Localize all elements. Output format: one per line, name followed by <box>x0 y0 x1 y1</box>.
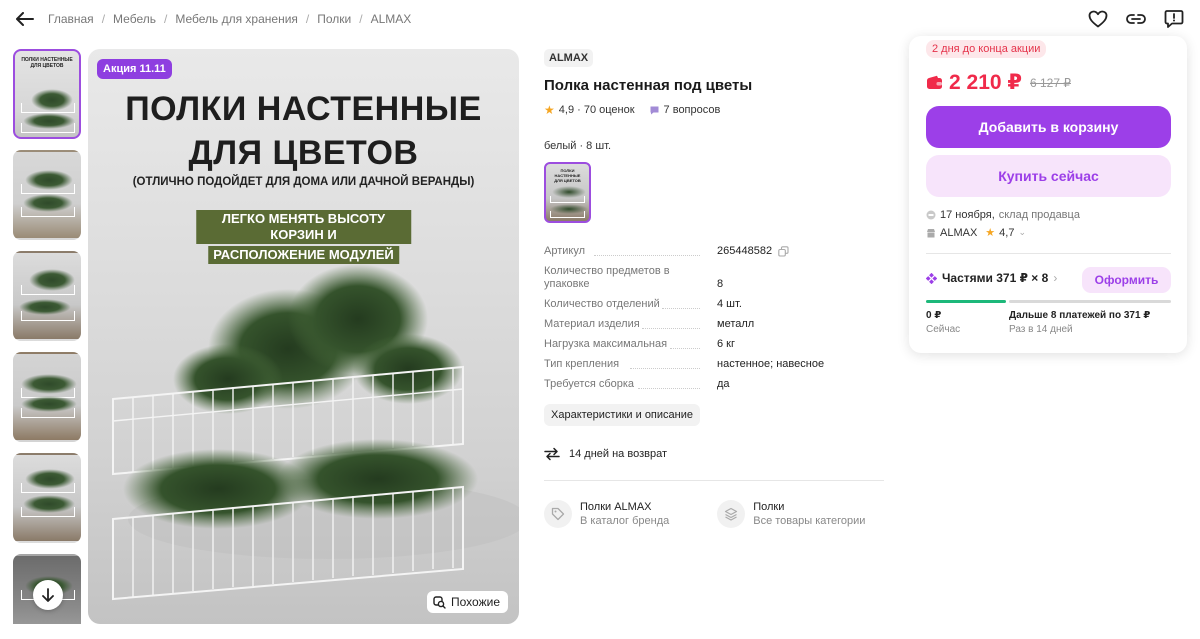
breadcrumb-separator: / <box>163 12 168 26</box>
chat-bubble-icon <box>650 106 659 114</box>
return-policy: 14 дней на возврат <box>544 447 884 461</box>
rating-text[interactable]: 4,9 · 70 оценок <box>559 104 635 116</box>
store-icon <box>927 228 935 237</box>
divider <box>544 480 884 481</box>
pay-later: Дальше 8 платежей по 371 ₽ Раз в 14 дней <box>1009 310 1151 335</box>
return-text: 14 дней на возврат <box>569 448 667 460</box>
installments-link[interactable]: Частями 371 ₽ × 8 › <box>926 271 1057 285</box>
brand-link-title: Полки ALMAX <box>580 501 652 513</box>
pay-now: 0 ₽ Сейчас <box>926 310 961 335</box>
spec-row: Тип крепления настенное; навесное <box>544 358 825 370</box>
seller-name: ALMAX <box>940 226 978 239</box>
thumbnail-2[interactable] <box>13 150 81 240</box>
report-button[interactable] <box>1162 7 1186 31</box>
breadcrumb-item-furniture[interactable]: Мебель <box>113 12 156 26</box>
link-icon <box>1126 14 1146 24</box>
installments-text: Частями 371 ₽ × 8 <box>942 271 1049 285</box>
favorite-button[interactable] <box>1086 7 1110 31</box>
spec-row: Нагрузка максимальная 6 кг <box>544 338 735 350</box>
breadcrumb-separator: / <box>359 12 363 26</box>
category-link-title: Полки <box>753 501 785 513</box>
links-row: Полки ALMAX В каталог бренда Полки Все т… <box>544 500 884 528</box>
installment-progress-now <box>926 300 1006 303</box>
old-price: 6 127 ₽ <box>1030 75 1071 90</box>
similar-search-icon <box>433 595 446 609</box>
category-link[interactable]: Полки Все товары категории <box>717 500 865 528</box>
copy-icon[interactable] <box>778 246 789 257</box>
deal-timer: 2 дня до конца акции <box>926 40 1047 58</box>
return-arrows-icon <box>544 447 560 461</box>
specs-list: Артикул 265448582 Количество предметов в… <box>544 245 884 391</box>
price-row: 2 210 ₽ 6 127 ₽ <box>926 70 1071 95</box>
brand-catalog-link[interactable]: Полки ALMAX В каталог бренда <box>544 500 669 528</box>
variant-thumb-title: ПОЛКИ НАСТЕННЫЕ ДЛЯ ЦВЕТОВ <box>554 168 581 183</box>
arrow-left-icon <box>16 12 34 26</box>
rating-row: ★ 4,9 · 70 оценок 7 вопросов <box>544 103 884 117</box>
current-price: 2 210 ₽ <box>949 71 1022 94</box>
product-info: ALMAX Полка настенная под цветы ★ 4,9 · … <box>544 49 884 528</box>
thumbnail-5[interactable] <box>13 453 81 543</box>
installments-icon <box>926 272 937 284</box>
order-installments-button[interactable]: Оформить <box>1082 267 1171 293</box>
brand-chip[interactable]: ALMAX <box>544 49 594 67</box>
delivery-icon <box>926 210 936 220</box>
arrow-down-icon <box>42 588 54 602</box>
variant-label: белый · 8 шт. <box>544 140 612 152</box>
questions-link[interactable]: 7 вопросов <box>649 104 721 116</box>
shelf-illustration <box>112 264 519 601</box>
scroll-thumbnails-button[interactable] <box>33 580 63 610</box>
similar-button[interactable]: Похожие <box>427 591 508 613</box>
chevron-right-icon: › <box>1053 271 1058 285</box>
spec-row: Количество отделений 4 шт. <box>544 298 742 310</box>
layers-icon <box>725 507 738 521</box>
add-to-cart-button[interactable]: Добавить в корзину <box>926 106 1171 148</box>
spec-row: Артикул 265448582 <box>544 245 884 258</box>
report-icon <box>1164 10 1184 28</box>
divider <box>926 253 1171 254</box>
star-icon: ★ <box>544 103 555 117</box>
characteristics-button[interactable]: Характеристики и описание <box>544 404 700 426</box>
seller-info[interactable]: ALMAX ★ 4,7 ⌄ <box>926 226 1026 239</box>
breadcrumb-item-brand[interactable]: ALMAX <box>371 12 412 26</box>
breadcrumb-item-shelves[interactable]: Полки <box>317 12 351 26</box>
wallet-icon <box>927 75 942 89</box>
spec-row: Количество предметов в упаковке 8 <box>544 265 724 290</box>
thumbnail-1[interactable]: ПОЛКИ НАСТЕННЫЕ ДЛЯ ЦВЕТОВ <box>13 49 81 139</box>
delivery-info: 17 ноября, склад продавца <box>926 209 1080 221</box>
thumbnail-4[interactable] <box>13 352 81 442</box>
thumbnail-list: ПОЛКИ НАСТЕННЫЕ ДЛЯ ЦВЕТОВ <box>13 49 83 624</box>
similar-label: Похожие <box>451 595 500 609</box>
breadcrumb-separator: / <box>305 12 310 26</box>
thumbnail-title: ПОЛКИ НАСТЕННЫЕ ДЛЯ ЦВЕТОВ <box>21 57 73 69</box>
star-icon: ★ <box>985 227 996 239</box>
breadcrumb-item-storage[interactable]: Мебель для хранения <box>175 12 298 26</box>
product-title: Полка настенная под цветы <box>544 77 753 94</box>
delivery-date: 17 ноября, <box>940 209 995 221</box>
delivery-source: склад продавца <box>998 209 1080 221</box>
thumbnail-3[interactable] <box>13 251 81 341</box>
main-product-image[interactable]: Акция 11.11 ПОЛКИ НАСТЕННЫЕ ДЛЯ ЦВЕТОВ (… <box>88 49 519 624</box>
questions-text: 7 вопросов <box>663 104 721 116</box>
breadcrumb-item-home[interactable]: Главная <box>48 12 94 26</box>
breadcrumb: Главная / Мебель / Мебель для хранения /… <box>48 12 411 26</box>
tag-icon <box>551 507 565 521</box>
spec-row: Материал изделия металл <box>544 318 755 330</box>
buy-now-button[interactable]: Купить сейчас <box>926 155 1171 197</box>
buy-box: 2 дня до конца акции 2 210 ₽ 6 127 ₽ Доб… <box>909 36 1187 353</box>
variant-option[interactable]: ПОЛКИ НАСТЕННЫЕ ДЛЯ ЦВЕТОВ <box>544 162 591 223</box>
share-link-button[interactable] <box>1124 7 1148 31</box>
category-link-subtitle: Все товары категории <box>753 515 866 527</box>
seller-rating: 4,7 <box>999 226 1015 239</box>
back-button[interactable] <box>14 8 36 30</box>
heart-icon <box>1088 10 1108 28</box>
spec-row: Требуется сборка да <box>544 378 730 390</box>
installment-progress-later <box>1009 300 1171 303</box>
chevron-down-icon: ⌄ <box>1018 227 1027 237</box>
top-actions <box>1086 7 1186 31</box>
breadcrumb-separator: / <box>101 12 106 26</box>
brand-link-subtitle: В каталог бренда <box>580 515 670 527</box>
top-bar: Главная / Мебель / Мебель для хранения /… <box>0 0 1200 38</box>
